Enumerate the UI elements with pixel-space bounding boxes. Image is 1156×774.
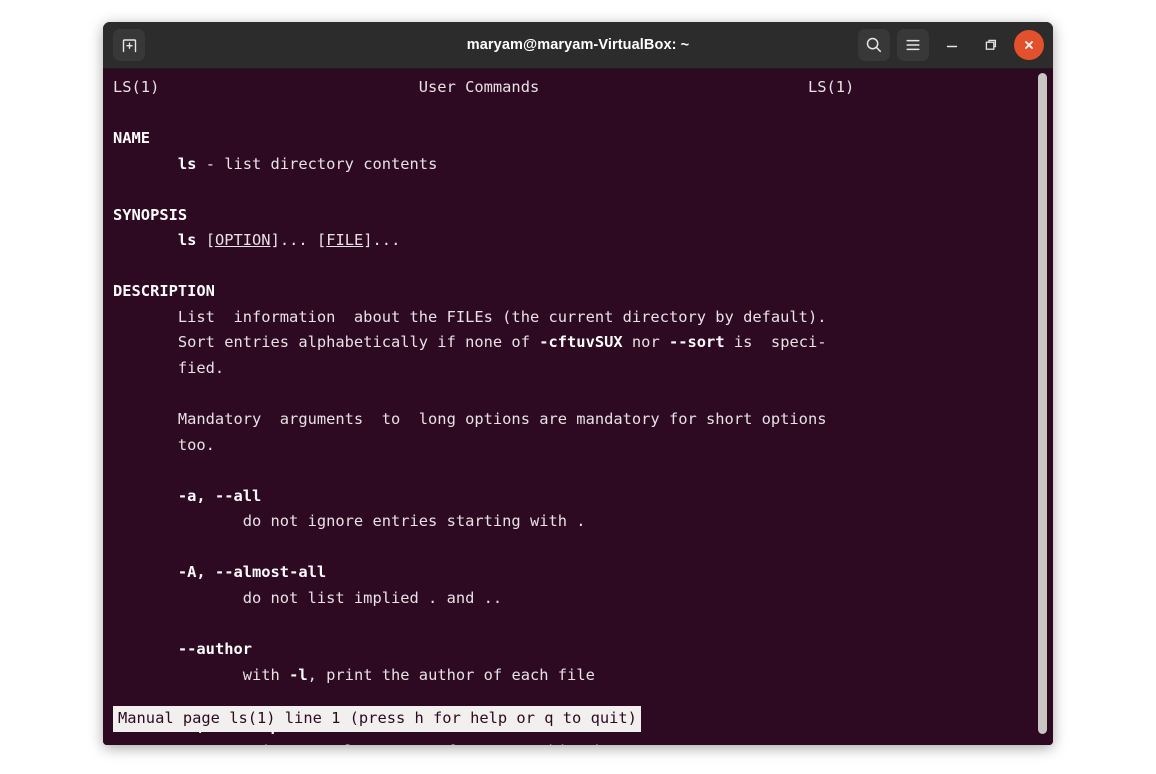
scrollbar-thumb[interactable] [1038, 73, 1047, 735]
scrollbar[interactable] [1038, 73, 1047, 741]
maximize-icon [985, 39, 997, 50]
search-button[interactable] [858, 29, 890, 61]
man-page-text: LS(1) User Commands LS(1) NAME ls - list… [113, 78, 855, 745]
maximize-button[interactable] [975, 29, 1007, 61]
close-icon [1025, 41, 1033, 49]
new-tab-icon [122, 38, 136, 52]
menu-button[interactable] [897, 29, 929, 61]
hamburger-menu-icon [906, 39, 920, 51]
minimize-icon [946, 45, 958, 48]
titlebar-controls [858, 29, 1044, 61]
terminal-content-area[interactable]: LS(1) User Commands LS(1) NAME ls - list… [103, 69, 1053, 745]
close-button[interactable] [1014, 30, 1044, 60]
title-bar: maryam@maryam-VirtualBox: ~ [103, 22, 1053, 69]
new-tab-button[interactable] [113, 29, 145, 61]
minimize-button[interactable] [936, 29, 968, 61]
terminal-window: maryam@maryam-VirtualBox: ~ LS(1) User C… [103, 22, 1053, 745]
less-status-bar: Manual page ls(1) line 1 (press h for he… [113, 706, 641, 732]
search-icon [866, 37, 882, 53]
